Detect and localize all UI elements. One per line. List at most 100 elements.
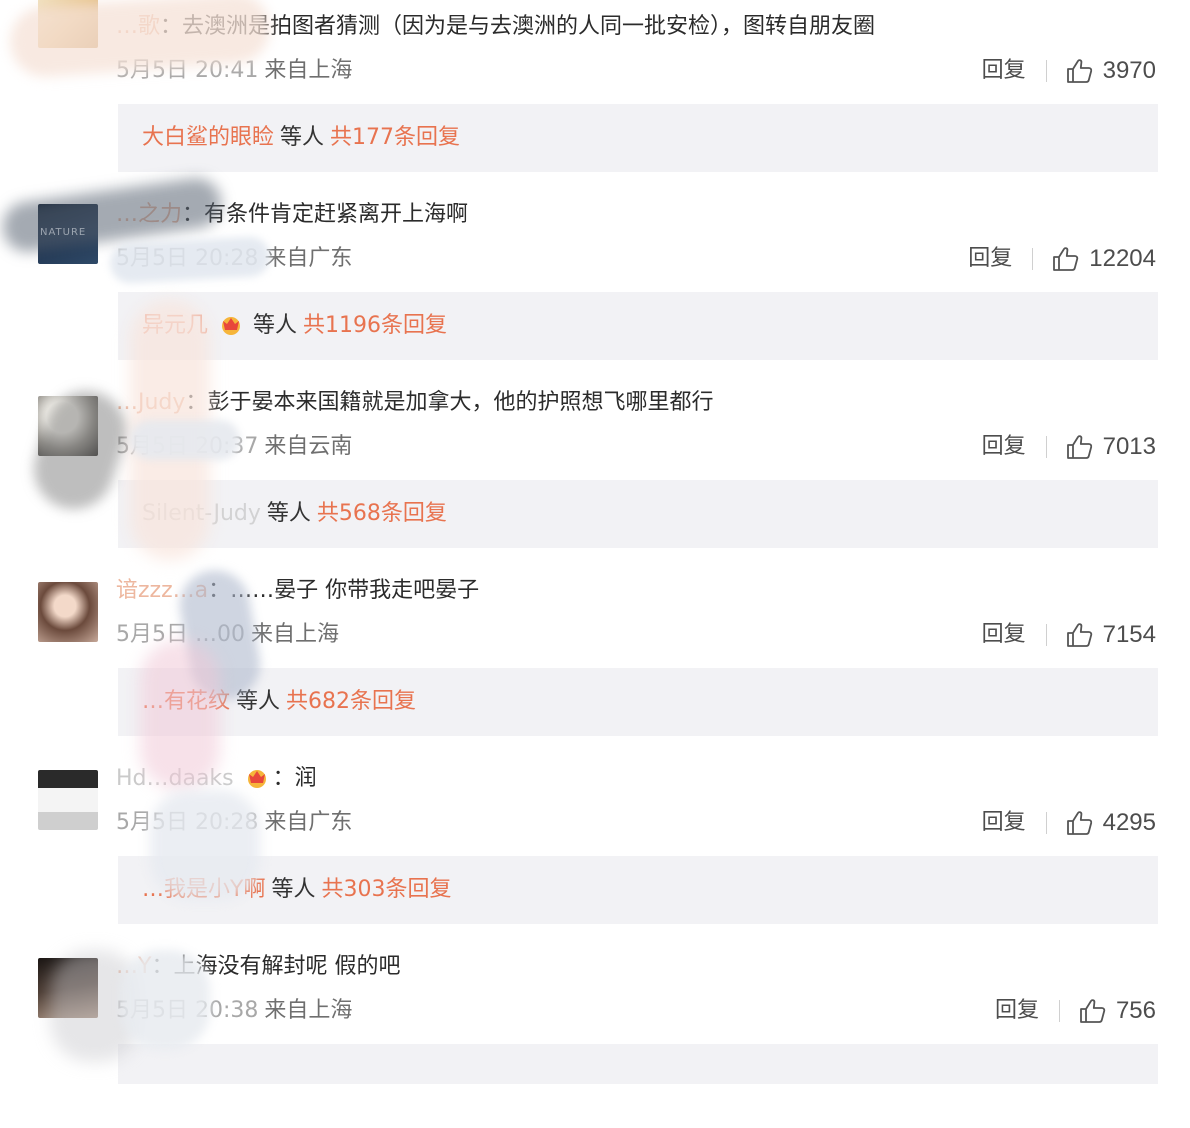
avatar[interactable] xyxy=(38,582,98,642)
like-count: 7154 xyxy=(1102,621,1156,648)
reply-mid: 等人 xyxy=(236,689,281,714)
reply-count-link[interactable]: 共568条回复 xyxy=(317,501,447,526)
like-count: 756 xyxy=(1115,997,1156,1024)
comment-text-line: …Judy：彭于晏本来国籍就是加拿大，他的护照想飞哪里都行 xyxy=(116,388,713,418)
username[interactable]: …歌 xyxy=(116,14,160,39)
reply-button[interactable]: 回复 xyxy=(982,806,1026,840)
like-count: 3970 xyxy=(1102,57,1156,84)
comment-date: 5月5日 …00 xyxy=(116,622,245,647)
comment-text-line: Hd…daaks ：润 xyxy=(116,764,317,794)
reply-button[interactable]: 回复 xyxy=(982,430,1026,464)
comment-actions: 回复 4295 xyxy=(982,806,1156,840)
reply-mid: 等人 xyxy=(253,313,298,338)
reply-user[interactable]: …我是小Y啊 xyxy=(142,877,265,902)
thumbs-up-icon xyxy=(1066,59,1092,83)
comment-body: 有条件肯定赶紧离开上海啊 xyxy=(204,202,469,227)
comment-actions: 回复 7013 xyxy=(982,430,1156,464)
reply-button[interactable]: 回复 xyxy=(982,618,1026,652)
divider xyxy=(1032,248,1034,270)
username[interactable]: 谙zzz…a xyxy=(116,578,208,603)
reply-summary-partial xyxy=(118,1044,1158,1084)
comment-location: 来自上海 xyxy=(250,622,339,647)
crown-badge-icon xyxy=(222,317,241,335)
reply-mid: 等人 xyxy=(271,877,316,902)
comment-date: 5月5日 20:41 xyxy=(116,58,259,83)
colon-separator: ： xyxy=(272,766,295,791)
comment-actions: 回复 7154 xyxy=(982,618,1156,652)
comment-date: 5月5日 20:37 xyxy=(116,434,259,459)
reply-mid: 等人 xyxy=(280,125,325,150)
comment-body: 润 xyxy=(294,766,317,791)
comment-actions: 回复 756 xyxy=(995,994,1156,1028)
divider xyxy=(1045,60,1047,82)
avatar[interactable] xyxy=(38,958,98,1018)
comment-text-line: 谙zzz…a：……晏子 你带我走吧晏子 xyxy=(116,576,479,606)
username[interactable]: …Y xyxy=(116,954,151,979)
comment-text-line: …Y：上海没有解封呢 假的吧 xyxy=(116,952,400,982)
like-button[interactable]: 7013 xyxy=(1065,430,1156,464)
thumbs-up-icon xyxy=(1053,247,1079,271)
divider xyxy=(1045,812,1047,834)
comment-actions: 回复 12204 xyxy=(968,242,1156,276)
thumbs-up-icon xyxy=(1066,623,1092,647)
like-button[interactable]: 4295 xyxy=(1065,806,1156,840)
like-button[interactable]: 7154 xyxy=(1065,618,1156,652)
username[interactable]: Hd…daaks xyxy=(116,766,234,791)
thumbs-up-icon xyxy=(1080,999,1106,1023)
colon-separator: ： xyxy=(182,202,205,227)
comment-item: NATURE …之力：有条件肯定赶紧离开上海啊 5月5日 20:28 来自广东 回… xyxy=(0,188,1190,376)
username[interactable]: …Judy xyxy=(116,390,185,415)
avatar-text: NATURE xyxy=(40,227,87,238)
reply-user[interactable]: 大白鲨的眼睑 xyxy=(142,125,274,150)
reply-button[interactable]: 回复 xyxy=(968,242,1012,276)
comment-meta: 5月5日 20:41 来自上海 xyxy=(116,54,352,88)
colon-separator: ： xyxy=(208,578,231,603)
reply-count-link[interactable]: 共177条回复 xyxy=(330,125,460,150)
comment-body: 去澳洲是拍图者猜测（因为是与去澳洲的人同一批安检），图转自朋友圈 xyxy=(182,14,876,39)
comment-location: 来自广东 xyxy=(264,810,353,835)
reply-count-link[interactable]: 共1196条回复 xyxy=(303,313,447,338)
divider xyxy=(1045,624,1047,646)
comment-body: 上海没有解封呢 假的吧 xyxy=(173,954,401,979)
reply-summary[interactable]: Silent-Judy 等人 共568条回复 xyxy=(118,480,1158,548)
comment-item: Hd…daaks ：润 5月5日 20:28 来自广东 回复 4295 …我是小Y… xyxy=(0,752,1190,940)
avatar[interactable]: NATURE xyxy=(38,204,98,264)
thumbs-up-icon xyxy=(1066,435,1092,459)
like-button[interactable]: 3970 xyxy=(1065,54,1156,88)
divider xyxy=(1045,436,1047,458)
like-button[interactable]: 12204 xyxy=(1051,242,1156,276)
reply-summary[interactable]: 异元几 等人 共1196条回复 xyxy=(118,292,1158,360)
reply-summary[interactable]: …有花纹 等人 共682条回复 xyxy=(118,668,1158,736)
reply-user[interactable]: …有花纹 xyxy=(142,689,230,714)
like-count: 4295 xyxy=(1102,809,1156,836)
colon-separator: ： xyxy=(151,954,174,979)
comment-location: 来自云南 xyxy=(264,434,353,459)
like-button[interactable]: 756 xyxy=(1078,994,1156,1028)
comment-actions: 回复 3970 xyxy=(982,54,1156,88)
reply-mid: 等人 xyxy=(266,501,311,526)
comment-location: 来自上海 xyxy=(264,998,353,1023)
comment-meta: 5月5日 20:28 来自广东 xyxy=(116,806,352,840)
reply-summary[interactable]: …我是小Y啊 等人 共303条回复 xyxy=(118,856,1158,924)
reply-user[interactable]: 异元几 xyxy=(142,313,208,338)
reply-button[interactable]: 回复 xyxy=(995,994,1039,1028)
comment-meta: 5月5日 …00 来自上海 xyxy=(116,618,339,652)
colon-separator: ： xyxy=(160,14,183,39)
like-count: 7013 xyxy=(1102,433,1156,460)
comment-body: 彭于晏本来国籍就是加拿大，他的护照想飞哪里都行 xyxy=(207,390,714,415)
reply-button[interactable]: 回复 xyxy=(982,54,1026,88)
like-count: 12204 xyxy=(1089,245,1156,272)
avatar[interactable] xyxy=(38,770,98,830)
colon-separator: ： xyxy=(185,390,208,415)
reply-user[interactable]: Silent-Judy xyxy=(142,501,261,526)
divider xyxy=(1058,1000,1060,1022)
comment-meta: 5月5日 20:37 来自云南 xyxy=(116,430,352,464)
avatar[interactable] xyxy=(38,0,98,48)
reply-count-link[interactable]: 共303条回复 xyxy=(321,877,451,902)
username[interactable]: …之力 xyxy=(116,202,182,227)
comment-meta: 5月5日 20:38 来自上海 xyxy=(116,994,352,1028)
reply-summary[interactable]: 大白鲨的眼睑 等人 共177条回复 xyxy=(118,104,1158,172)
avatar[interactable] xyxy=(38,396,98,456)
comment-item: 谙zzz…a：……晏子 你带我走吧晏子 5月5日 …00 来自上海 回复 7154… xyxy=(0,564,1190,752)
reply-count-link[interactable]: 共682条回复 xyxy=(286,689,416,714)
